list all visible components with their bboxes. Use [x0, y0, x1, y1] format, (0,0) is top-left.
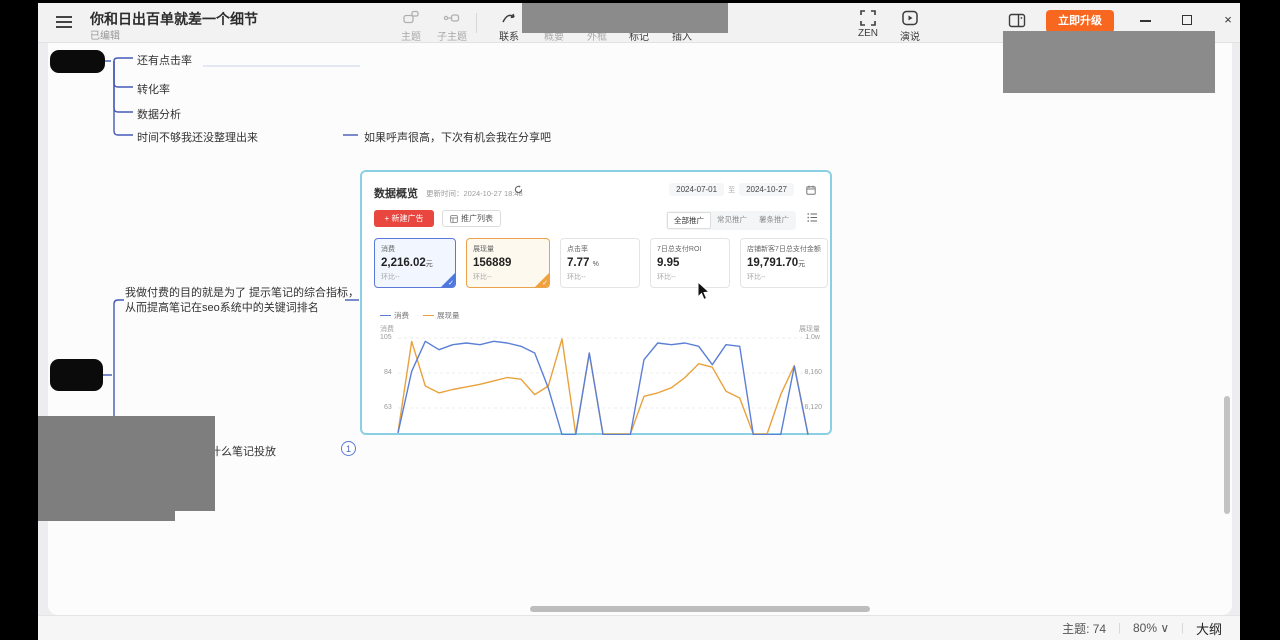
mouse-cursor [697, 281, 711, 301]
refresh-icon[interactable] [514, 185, 523, 196]
tab-regular-promotion[interactable]: 常见推广 [711, 212, 753, 229]
left-tick: 84 [384, 369, 392, 376]
note-count-badge[interactable]: 1 [341, 441, 356, 456]
statusbar: 主题: 74 | 80% ∨ | 大纲 [38, 615, 1240, 640]
date-end[interactable]: 2024-10-27 [739, 183, 794, 196]
metric-card-new-customer-pay[interactable]: 店铺新客7日总支付金额 19,791.70元 环比-- [740, 238, 828, 288]
right-tick: 6,120 [804, 404, 822, 411]
metric-card-ctr[interactable]: 点击率 7.77 % 环比-- [560, 238, 640, 288]
right-tick: 1.0w [805, 334, 820, 341]
trend-lines-svg [372, 322, 824, 435]
topic-count: 主题: 74 [1062, 620, 1106, 637]
mindmap-topic[interactable]: 转化率 [137, 81, 170, 97]
horizontal-scrollbar[interactable] [530, 606, 870, 612]
vertical-scrollbar[interactable] [1224, 396, 1230, 514]
chart-legend: 消费 展现量 [380, 310, 460, 321]
promo-list-button[interactable]: 推广列表 [442, 210, 501, 227]
paid-goal-line1: 我做付费的目的就是为了 提示笔记的综合指标， [125, 286, 359, 301]
tab-chips-promotion[interactable]: 薯条推广 [753, 212, 795, 229]
legend-spend[interactable]: 消费 [380, 310, 409, 321]
statusbar-divider: | [1181, 622, 1184, 634]
trend-chart: 消费 展现量 105 84 63 1.0w 8,160 6,120 [372, 322, 824, 435]
outline-button[interactable]: 大纲 [1196, 619, 1222, 638]
dashboard-image-node[interactable]: 数据概览 更新时间：2024-10-27 18:48 2024-07-01 至 … [360, 170, 832, 435]
censored-region-topright [1003, 31, 1215, 93]
mindmap-node-censored[interactable] [50, 50, 105, 73]
date-separator: 至 [728, 185, 735, 195]
right-axis-title: 展现量 [799, 324, 820, 334]
metric-cards: 消费 2,216.02元 环比-- ✓ 展现量 156889 环比-- ✓ 点击… [374, 238, 828, 288]
metric-card-roi[interactable]: 7日总支付ROI 9.95 环比-- [650, 238, 730, 288]
tab-all-promotion[interactable]: 全部推广 [667, 212, 711, 229]
censored-region-toolbar [522, 3, 728, 33]
mindmap-node-censored[interactable] [50, 359, 103, 391]
promotion-tabs: 全部推广 常见推广 薯条推广 [666, 211, 796, 230]
right-tick: 8,160 [804, 369, 822, 376]
check-icon: ✓ [542, 279, 548, 287]
date-start[interactable]: 2024-07-01 [669, 183, 724, 196]
metric-card-spend[interactable]: 消费 2,216.02元 环比-- ✓ [374, 238, 456, 288]
legend-impressions[interactable]: 展现量 [423, 310, 460, 321]
dashboard-title: 数据概览 [374, 185, 418, 201]
mindmap-topic[interactable]: 什么笔记投放 [210, 443, 276, 459]
censored-region-bottomleft [38, 416, 215, 511]
calendar-icon[interactable] [806, 185, 816, 197]
dashboard-update-time: 更新时间：2024-10-27 18:48 [426, 188, 523, 199]
mindmap-topic[interactable]: 数据分析 [137, 106, 181, 122]
mindmap-topic[interactable]: 还有点击率 [137, 52, 192, 68]
left-tick: 105 [380, 334, 392, 341]
date-range-picker[interactable]: 2024-07-01 至 2024-10-27 [669, 183, 794, 196]
list-settings-icon[interactable] [807, 212, 818, 225]
metric-card-impressions[interactable]: 展现量 156889 环比-- ✓ [466, 238, 550, 288]
grid-icon [450, 215, 458, 223]
statusbar-divider: | [1118, 622, 1121, 634]
mindmap-topic-multiline[interactable]: 我做付费的目的就是为了 提示笔记的综合指标， 从而提高笔记在seo系统中的关键词… [125, 286, 359, 316]
left-tick: 63 [384, 404, 392, 411]
left-axis-title: 消费 [380, 324, 394, 334]
paid-goal-line2: 从而提高笔记在seo系统中的关键词排名 [125, 301, 359, 316]
app-window: 你和日出百单就差一个细节 已编辑 主题 子主题 联系 概要 外框 [38, 3, 1240, 640]
zoom-level[interactable]: 80% ∨ [1133, 621, 1169, 635]
mindmap-topic[interactable]: 如果呼声很高，下次有机会我在分享吧 [364, 129, 551, 145]
mindmap-topic[interactable]: 时间不够我还没整理出来 [137, 129, 258, 145]
check-icon: ✓ [448, 279, 454, 287]
new-ad-button[interactable]: + 新建广告 [374, 210, 434, 227]
